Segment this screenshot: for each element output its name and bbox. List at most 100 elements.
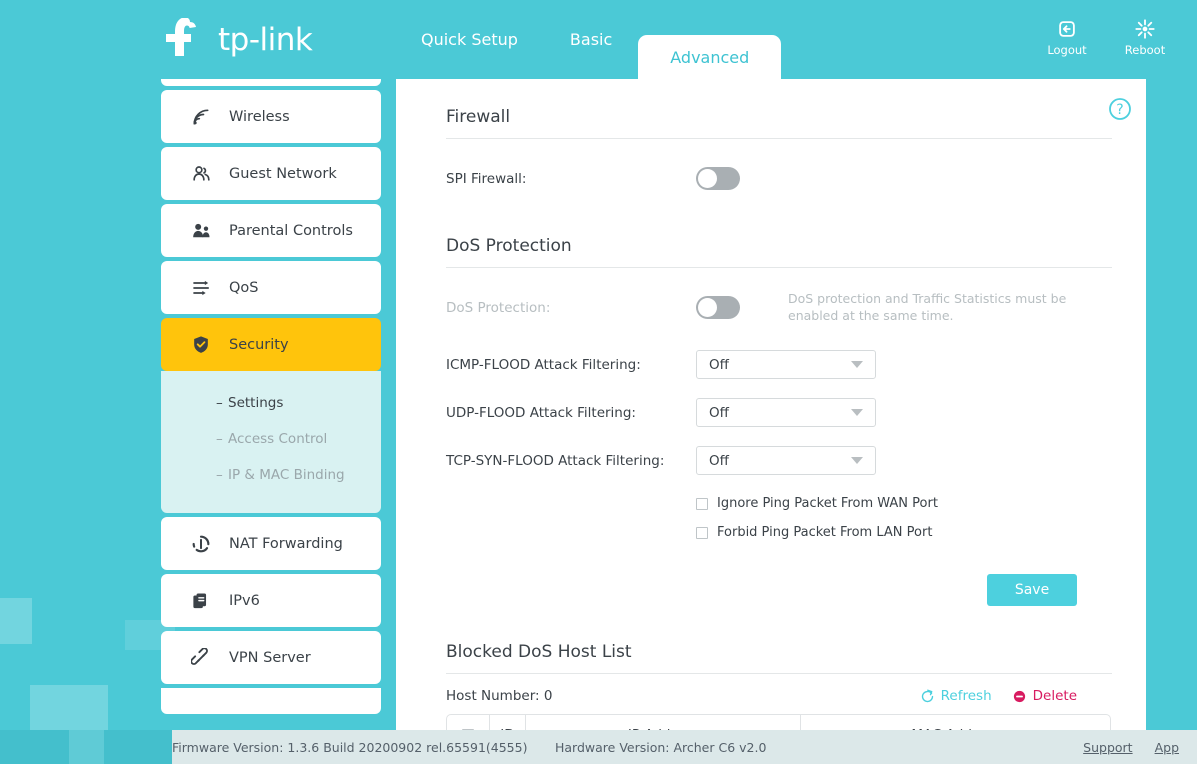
submenu-item-ip-mac-binding-label: IP & MAC Binding <box>228 467 345 483</box>
support-link[interactable]: Support <box>1083 740 1132 755</box>
blocked-list-actions: Refresh Delete <box>920 688 1112 704</box>
chevron-down-icon <box>851 409 863 416</box>
chevron-down-icon <box>851 361 863 368</box>
spi-firewall-toggle-knob <box>698 169 717 188</box>
firewall-divider <box>446 138 1112 139</box>
delete-button[interactable]: Delete <box>1012 688 1077 704</box>
spi-firewall-toggle[interactable] <box>696 167 740 190</box>
logout-button[interactable]: Logout <box>1039 18 1095 57</box>
page-footer: Firmware Version: 1.3.6 Build 20200902 r… <box>0 730 1197 764</box>
forbid-ping-lan-checkbox[interactable] <box>696 526 708 539</box>
tcp-syn-flood-label: TCP-SYN-FLOOD Attack Filtering: <box>446 452 665 469</box>
firewall-section-title: Firewall <box>446 107 511 127</box>
ignore-ping-wan-checkbox-row[interactable]: Ignore Ping Packet From WAN Port <box>696 496 1112 511</box>
sidebar-item-security[interactable]: Security <box>161 318 381 371</box>
reboot-button[interactable]: Reboot <box>1117 18 1173 57</box>
tab-quick-setup[interactable]: Quick Setup <box>395 0 544 79</box>
tplink-logo-text: tp-link <box>218 22 313 58</box>
refresh-label: Refresh <box>940 688 992 704</box>
sidebar-nav: Wireless Guest Network Parental Controls… <box>161 60 381 764</box>
parental-controls-icon <box>191 221 221 241</box>
sidebar-item-wireless-label: Wireless <box>229 108 290 125</box>
dos-protection-toggle[interactable] <box>696 296 740 319</box>
spi-firewall-label: SPI Firewall: <box>446 170 527 187</box>
vpn-server-icon <box>191 647 221 668</box>
logout-icon <box>1059 21 1075 37</box>
nat-forwarding-icon <box>191 534 221 554</box>
page-header: tp-link Quick Setup Basic Advanced Logou… <box>0 0 1197 79</box>
submenu-dash: – <box>216 467 223 483</box>
submenu-item-access-control-label: Access Control <box>228 431 328 447</box>
tplink-logo-mark <box>166 18 196 56</box>
ignore-ping-wan-label: Ignore Ping Packet From WAN Port <box>717 496 938 511</box>
blocked-list-divider <box>446 673 1112 674</box>
sidebar-item-wireless[interactable]: Wireless <box>161 90 381 143</box>
save-button[interactable]: Save <box>987 574 1077 606</box>
dos-protection-toggle-knob <box>698 298 717 317</box>
refresh-button[interactable]: Refresh <box>920 688 992 704</box>
ipv6-icon <box>191 591 221 611</box>
dos-divider <box>446 267 1112 268</box>
tcp-syn-flood-row: TCP-SYN-FLOOD Attack Filtering: Off <box>446 443 1112 478</box>
refresh-icon <box>921 689 933 702</box>
udp-flood-select[interactable]: Off <box>696 398 876 427</box>
dos-protection-row: DoS Protection: DoS protection and Traff… <box>446 290 1112 325</box>
chevron-down-icon <box>851 457 863 464</box>
sidebar-item-ipv6[interactable]: IPv6 <box>161 574 381 627</box>
help-icon[interactable]: ? <box>1108 97 1132 125</box>
host-number-label: Host Number: 0 <box>446 688 553 704</box>
reboot-icon <box>1135 19 1155 39</box>
sidebar-item-ipv6-label: IPv6 <box>229 592 260 609</box>
icmp-flood-value: Off <box>709 356 729 373</box>
udp-flood-value: Off <box>709 404 729 421</box>
tcp-syn-flood-select[interactable]: Off <box>696 446 876 475</box>
icmp-flood-select[interactable]: Off <box>696 350 876 379</box>
sidebar-item-parental-controls-label: Parental Controls <box>229 222 353 239</box>
ignore-ping-wan-checkbox[interactable] <box>696 497 708 510</box>
save-button-container: Save <box>446 574 1112 606</box>
logout-label: Logout <box>1047 43 1087 57</box>
delete-icon <box>1013 690 1025 702</box>
guest-network-icon <box>191 164 221 184</box>
sidebar-item-vpn-server-label: VPN Server <box>229 649 311 666</box>
sidebar-item-parental-controls[interactable]: Parental Controls <box>161 204 381 257</box>
dos-protection-note: DoS protection and Traffic Statistics mu… <box>788 290 1067 323</box>
tab-basic[interactable]: Basic <box>544 0 638 79</box>
submenu-dash: – <box>216 395 223 411</box>
sidebar-item-vpn-server[interactable]: VPN Server <box>161 631 381 684</box>
blocked-list-title: Blocked DoS Host List <box>446 642 632 662</box>
submenu-item-settings[interactable]: – Settings <box>161 385 381 421</box>
spi-firewall-row: SPI Firewall: <box>446 161 1112 196</box>
forbid-ping-lan-label: Forbid Ping Packet From LAN Port <box>717 525 933 540</box>
sidebar-item-next-partial[interactable] <box>161 688 381 714</box>
wireless-icon <box>191 107 221 127</box>
tab-advanced[interactable]: Advanced <box>638 35 782 79</box>
sidebar-item-security-label: Security <box>229 336 289 353</box>
sidebar-item-guest-network-label: Guest Network <box>229 165 337 182</box>
firmware-version: Firmware Version: 1.3.6 Build 20200902 r… <box>172 739 528 755</box>
icmp-flood-label: ICMP-FLOOD Attack Filtering: <box>446 356 641 373</box>
sidebar-item-nat-forwarding[interactable]: NAT Forwarding <box>161 517 381 570</box>
sidebar-item-qos[interactable]: QoS <box>161 261 381 314</box>
forbid-ping-lan-checkbox-row[interactable]: Forbid Ping Packet From LAN Port <box>696 525 1112 540</box>
dos-protection-label: DoS Protection: <box>446 299 551 316</box>
icmp-flood-row: ICMP-FLOOD Attack Filtering: Off <box>446 347 1112 382</box>
header-actions: Logout Reboot <box>1039 18 1173 57</box>
submenu-item-access-control[interactable]: – Access Control <box>161 421 381 457</box>
router-admin-page: tp-link Quick Setup Basic Advanced Logou… <box>0 0 1197 764</box>
app-link[interactable]: App <box>1155 740 1179 755</box>
udp-flood-label: UDP-FLOOD Attack Filtering: <box>446 404 636 421</box>
tplink-logo[interactable]: tp-link <box>160 18 313 62</box>
sidebar-item-qos-label: QoS <box>229 279 259 296</box>
decor-rect-1 <box>0 598 32 644</box>
main-tabs: Quick Setup Basic Advanced <box>395 0 782 79</box>
dos-section-title: DoS Protection <box>446 236 572 256</box>
qos-icon <box>191 278 221 298</box>
udp-flood-row: UDP-FLOOD Attack Filtering: Off <box>446 395 1112 430</box>
reboot-label: Reboot <box>1124 43 1166 57</box>
sidebar-item-guest-network[interactable]: Guest Network <box>161 147 381 200</box>
submenu-item-ip-mac-binding[interactable]: – IP & MAC Binding <box>161 457 381 493</box>
footer-links: Support App <box>1083 740 1179 755</box>
blocked-list-header: Host Number: 0 Refresh Delete <box>446 688 1112 704</box>
submenu-item-settings-label: Settings <box>228 395 284 411</box>
